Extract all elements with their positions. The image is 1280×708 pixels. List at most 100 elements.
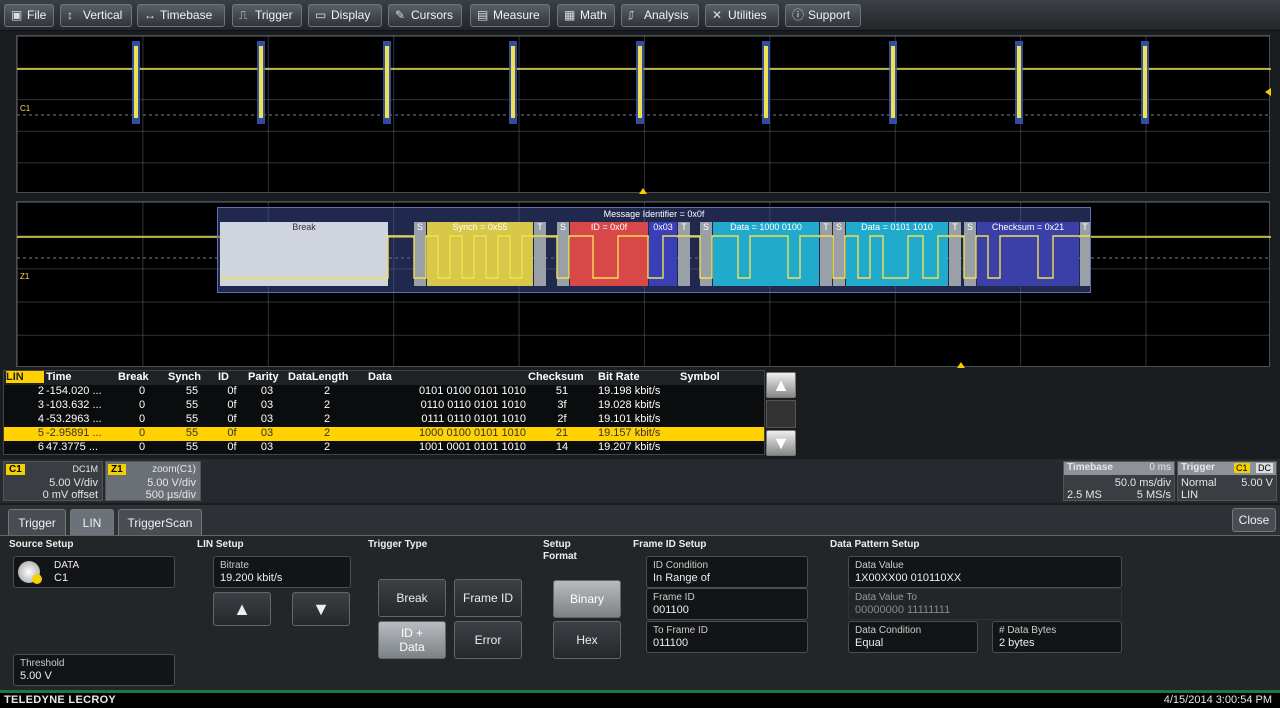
- lin-trigger-dialog: Source Setup DATA C1 Threshold 5.00 V LI…: [0, 535, 1280, 693]
- table-cell: 0: [138, 441, 146, 453]
- table-row[interactable]: 6 47.3775 ... 0 55 0f 03 2 1001 0001 0101 1010 1…: [4, 441, 764, 455]
- data-bytes-label: # Data Bytes: [999, 625, 1057, 636]
- table-cell: 4: [37, 413, 44, 425]
- col-datalength[interactable]: DataLength: [288, 371, 366, 383]
- lin-decode-table[interactable]: LIN Time Break Synch ID Parity DataLengt…: [3, 370, 765, 455]
- data-condition-label: Data Condition: [855, 625, 922, 636]
- col-bitrate[interactable]: Bit Rate: [598, 371, 678, 383]
- dialog-tabs: Trigger LIN TriggerScan Close: [0, 505, 1280, 536]
- table-cell: 0: [138, 413, 146, 425]
- display-menu-button[interactable]: ▭ Display: [308, 4, 382, 27]
- bitrate-field[interactable]: Bitrate 19.200 kbit/s: [213, 556, 351, 588]
- frame-id-field[interactable]: Frame ID 001100: [646, 588, 808, 620]
- trigger-menu-button[interactable]: ⎍ Trigger: [232, 4, 302, 27]
- id-data-label-2: Data: [399, 640, 425, 654]
- threshold-field[interactable]: Threshold 5.00 V: [13, 654, 175, 686]
- z1-descriptor[interactable]: Z1 zoom(C1) 5.00 V/div 500 µs/div: [105, 461, 201, 501]
- trigger-level: 5.00 V: [1241, 477, 1273, 489]
- data-value-field[interactable]: Data Value 1X00XX00 010110XX: [848, 556, 1122, 588]
- bitrate-label: Bitrate: [220, 560, 249, 571]
- table-cell: 1000 0100 0101 1010: [418, 427, 526, 439]
- data-value-to-field: Data Value To 00000000 11111111: [848, 588, 1122, 620]
- table-row[interactable]: 5 -2.95891 ... 0 55 0f 03 2 1000 0100 0101 1010…: [4, 427, 764, 441]
- table-cell: 03: [260, 385, 274, 397]
- table-row[interactable]: 4 -53.2963 ... 0 55 0f 03 2 0111 0110 0101 1010…: [4, 413, 764, 427]
- measure-menu-button[interactable]: ▤ Measure: [470, 4, 550, 27]
- cursors-icon: ✎: [395, 8, 406, 22]
- table-cell: 0110 0110 0101 1010: [420, 399, 526, 411]
- c1-coupling: DC1M: [72, 464, 98, 474]
- c1-descriptor[interactable]: C1 DC1M 5.00 V/div 0 mV offset: [3, 461, 103, 501]
- frame-id-setup-title: Frame ID Setup: [633, 539, 707, 550]
- table-row[interactable]: 2 -154.020 ... 0 55 0f 03 2 0101 0100 0101 1010…: [4, 385, 764, 399]
- col-synch[interactable]: Synch: [168, 371, 216, 383]
- to-frame-id-field[interactable]: To Frame ID 011100: [646, 621, 808, 653]
- table-cell: 5: [37, 427, 44, 439]
- table-cell: 2: [323, 399, 331, 411]
- file-menu-button[interactable]: ▣ File: [4, 4, 54, 27]
- math-menu-button[interactable]: ▦ Math: [557, 4, 615, 27]
- table-scroll-up-button[interactable]: ▲: [766, 372, 796, 398]
- table-row[interactable]: 3 -103.632 ... 0 55 0f 03 2 0110 0110 0101 1010…: [4, 399, 764, 413]
- table-cell: 03: [260, 399, 274, 411]
- data-value-to-label: Data Value To: [855, 592, 917, 603]
- table-cell: 03: [260, 427, 274, 439]
- col-data[interactable]: Data: [368, 371, 526, 383]
- error-button[interactable]: Error: [454, 621, 522, 659]
- timebase-menu-label: Timebase: [160, 8, 213, 22]
- col-id[interactable]: ID: [218, 371, 246, 383]
- table-cell: 1001 0001 0101 1010: [418, 441, 526, 453]
- hex-button[interactable]: Hex: [553, 621, 621, 659]
- z1-tdiv: 500 µs/div: [145, 489, 196, 501]
- tab-lin[interactable]: LIN: [70, 509, 114, 536]
- vertical-icon: ↕: [67, 8, 73, 22]
- timebase-samples: 2.5 MS: [1067, 489, 1102, 501]
- utilities-menu-button[interactable]: ✕ Utilities: [705, 4, 779, 27]
- binary-button[interactable]: Binary: [553, 580, 621, 618]
- display-menu-label: Display: [331, 8, 371, 22]
- table-scroll-down-button[interactable]: ▼: [766, 430, 796, 456]
- trigger-descriptor[interactable]: Trigger C1 DC Normal 5.00 V LIN: [1177, 461, 1277, 501]
- table-cell: 2: [323, 385, 331, 397]
- bitrate-up-button[interactable]: ▲: [213, 592, 271, 626]
- table-cell: 3f: [557, 399, 567, 411]
- break-button[interactable]: Break: [378, 579, 446, 617]
- tab-triggerscan[interactable]: TriggerScan: [118, 509, 202, 536]
- vertical-menu-button[interactable]: ↕ Vertical: [60, 4, 132, 27]
- z1-channel-marker: Z1: [20, 272, 30, 281]
- decoded-signal-trace: [220, 235, 1090, 279]
- timebase-menu-button[interactable]: ↔ Timebase: [137, 4, 225, 27]
- table-cell: 0f: [227, 427, 237, 439]
- col-break[interactable]: Break: [118, 371, 166, 383]
- id-data-button[interactable]: ID + Data: [378, 621, 446, 659]
- data-source-field[interactable]: DATA C1: [13, 556, 175, 588]
- bitrate-down-button[interactable]: ▼: [292, 592, 350, 626]
- table-cell: 19.207 kbit/s: [598, 441, 661, 453]
- table-cell: 0111 0110 0101 1010: [421, 413, 526, 425]
- col-parity[interactable]: Parity: [248, 371, 286, 383]
- close-button[interactable]: Close: [1232, 508, 1276, 532]
- date-time: 4/15/2014 3:00:54 PM: [1163, 694, 1272, 706]
- frame-id-value: 001100: [653, 604, 689, 616]
- col-symbol[interactable]: Symbol: [680, 371, 760, 383]
- col-lin[interactable]: LIN: [6, 371, 44, 383]
- col-time[interactable]: Time: [46, 371, 116, 383]
- col-checksum[interactable]: Checksum: [528, 371, 596, 383]
- data-condition-field[interactable]: Data Condition Equal: [848, 621, 978, 653]
- c1-trace: [17, 41, 1271, 194]
- timebase-descriptor[interactable]: Timebase 0 ms 50.0 ms/div 2.5 MS 5 MS/s: [1063, 461, 1175, 501]
- frame-id-button[interactable]: Frame ID: [454, 579, 522, 617]
- lin-decode-overlay[interactable]: Message Identifier = 0x0f Break S Synch …: [217, 207, 1091, 293]
- tab-trigger[interactable]: Trigger: [8, 509, 66, 536]
- analysis-menu-button[interactable]: ⎎ Analysis: [621, 4, 699, 27]
- table-cell: 47.3775 ...: [46, 441, 98, 453]
- data-bytes-field[interactable]: # Data Bytes 2 bytes: [992, 621, 1122, 653]
- cursors-menu-button[interactable]: ✎ Cursors: [388, 4, 462, 27]
- vertical-menu-label: Vertical: [83, 8, 123, 22]
- id-condition-field[interactable]: ID Condition In Range of: [646, 556, 808, 588]
- table-scrollbar[interactable]: [766, 400, 796, 428]
- support-menu-button[interactable]: ⓘ Support: [785, 4, 861, 27]
- c1-waveform-grid[interactable]: C1: [16, 35, 1271, 194]
- trigger-title: Trigger: [1181, 462, 1215, 473]
- menu-bar: ▣ File ↕ Vertical ↔ Timebase ⎍ Trigger ▭ Disp…: [0, 0, 1280, 31]
